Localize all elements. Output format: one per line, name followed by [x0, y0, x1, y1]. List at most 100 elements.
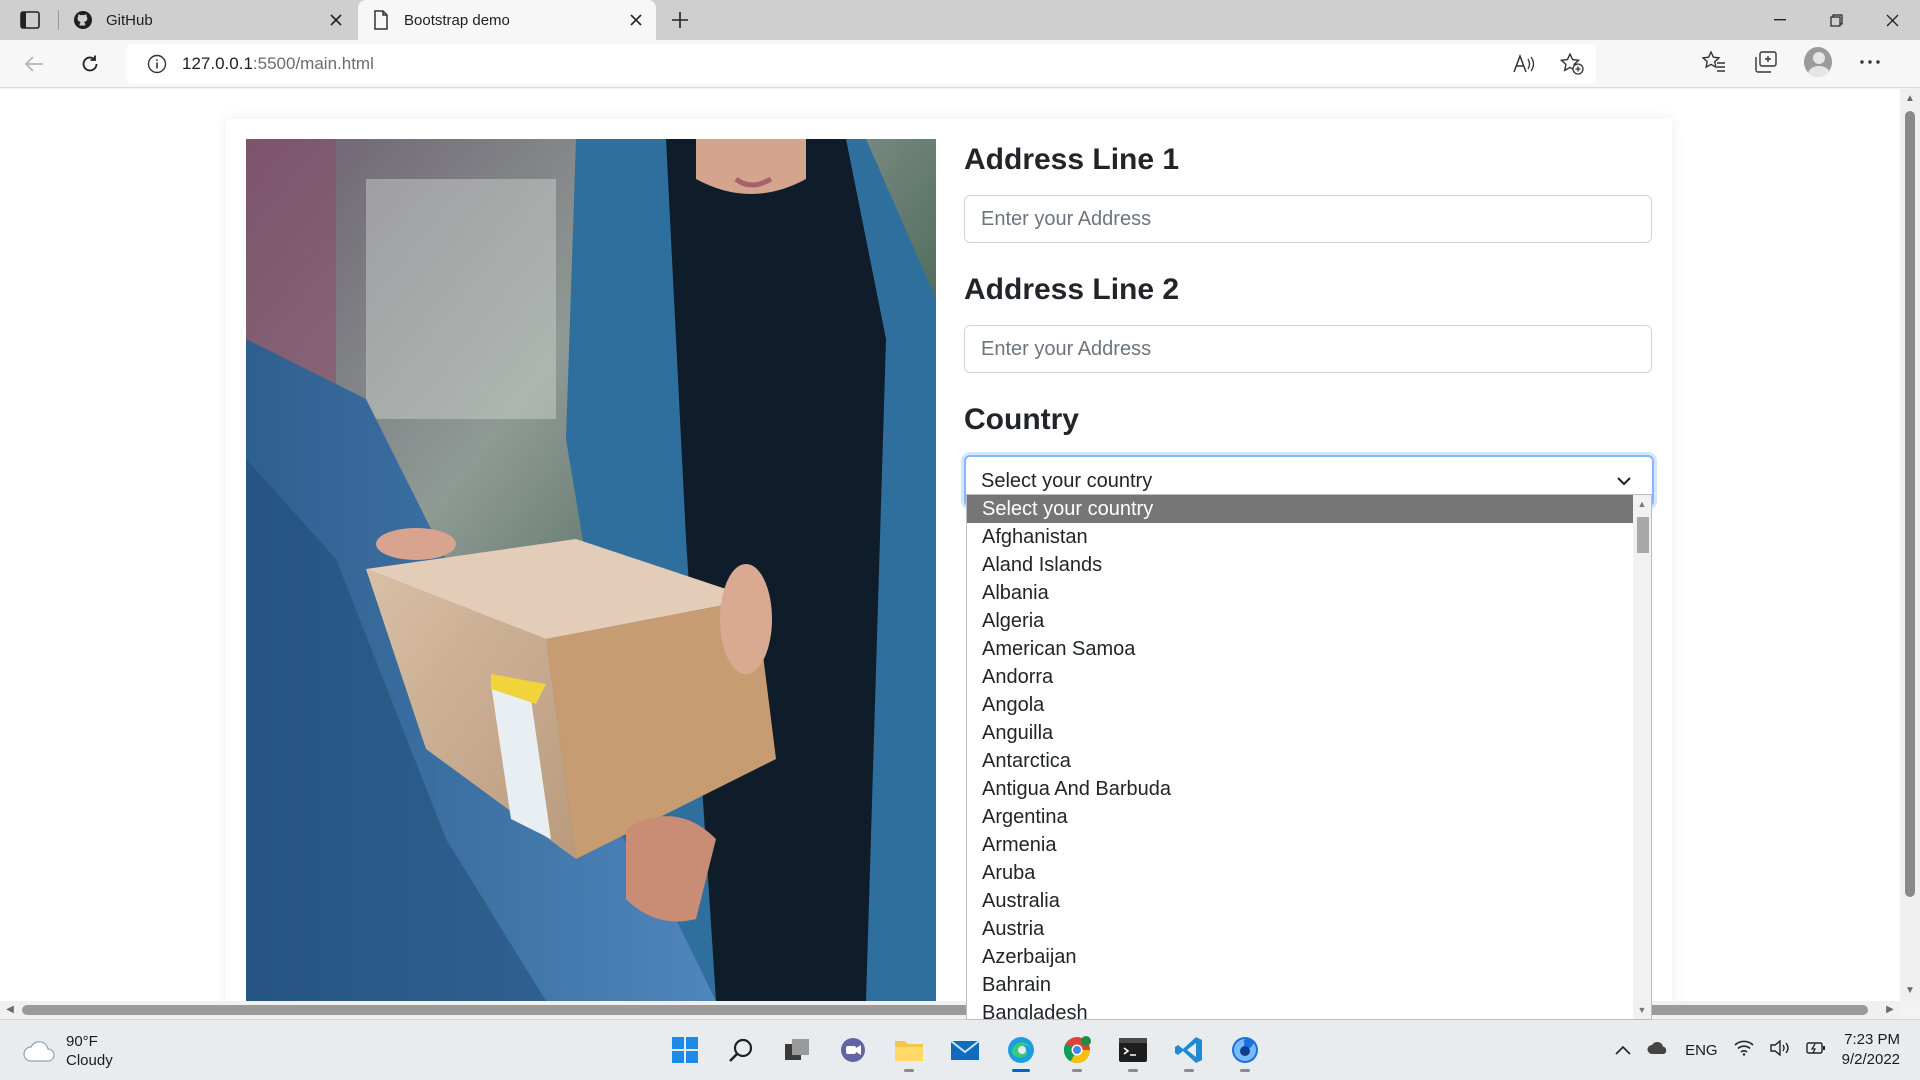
- url-text: 127.0.0.1:5500/main.html: [182, 54, 374, 74]
- address-line-1-label: Address Line 1: [964, 143, 1180, 176]
- chat-icon[interactable]: [836, 1030, 870, 1070]
- country-option[interactable]: Azerbaijan: [967, 943, 1651, 971]
- close-window-icon[interactable]: [1864, 0, 1920, 40]
- profile-avatar[interactable]: [1804, 47, 1832, 77]
- country-option[interactable]: Bahrain: [967, 971, 1651, 999]
- tab-github[interactable]: GitHub: [60, 0, 356, 40]
- vscode-icon[interactable]: [1172, 1030, 1206, 1072]
- scroll-down-icon[interactable]: ▼: [1904, 985, 1916, 997]
- terminal-icon[interactable]: [1116, 1030, 1150, 1072]
- country-option[interactable]: Austria: [967, 915, 1651, 943]
- running-indicator: [904, 1069, 914, 1072]
- edge-browser-icon[interactable]: [1004, 1030, 1038, 1072]
- restore-icon[interactable]: [1808, 0, 1864, 40]
- address-form: Address Line 1 Enter your Address Addres…: [964, 137, 1654, 507]
- country-option[interactable]: Algeria: [967, 607, 1651, 635]
- country-option[interactable]: American Samoa: [967, 635, 1651, 663]
- address-bar[interactable]: 127.0.0.1:5500/main.html: [126, 44, 1596, 84]
- country-options: Select your country Afghanistan Aland Isla…: [967, 495, 1651, 1020]
- url-path: :5500/main.html: [252, 54, 374, 73]
- tab-title: GitHub: [106, 11, 153, 29]
- country-option[interactable]: Aruba: [967, 859, 1651, 887]
- refresh-icon[interactable]: [74, 48, 106, 80]
- running-indicator: [1240, 1069, 1250, 1072]
- clock-date: 9/2/2022: [1841, 1051, 1900, 1068]
- country-option[interactable]: Antigua And Barbuda: [967, 775, 1651, 803]
- url-host: 127.0.0.1: [182, 54, 253, 73]
- system-tray: ENG 7:23 PM 9/2/2022: [1615, 1030, 1900, 1070]
- address-line-2-label: Address Line 2: [964, 273, 1180, 306]
- wifi-icon[interactable]: [1734, 1040, 1754, 1060]
- country-option[interactable]: Bangladesh: [967, 999, 1651, 1020]
- new-tab-icon[interactable]: [666, 6, 694, 34]
- tab-separator: [58, 10, 59, 30]
- chrome-icon[interactable]: [1060, 1030, 1094, 1072]
- windows-taskbar: 90°F Cloudy ENG 7:23 PM 9/2/2022: [0, 1019, 1920, 1080]
- tab-actions-icon[interactable]: [16, 8, 44, 32]
- firefox-icon[interactable]: [1228, 1030, 1262, 1072]
- running-indicator: [1072, 1069, 1082, 1072]
- vertical-scroll-thumb[interactable]: [1905, 111, 1915, 897]
- address-line-2-input[interactable]: Enter your Address: [964, 325, 1652, 373]
- tab-bar: GitHub Bootstrap demo: [0, 0, 1920, 40]
- minimize-icon[interactable]: [1752, 0, 1808, 40]
- country-select-value: Select your country: [981, 469, 1153, 492]
- scroll-up-icon[interactable]: ▲: [1636, 498, 1648, 510]
- collections-icon[interactable]: [1752, 48, 1780, 76]
- battery-icon[interactable]: [1805, 1040, 1826, 1060]
- country-label: Country: [964, 403, 1079, 436]
- country-option[interactable]: Aland Islands: [967, 551, 1651, 579]
- onedrive-cloud-icon[interactable]: [1647, 1041, 1669, 1059]
- browser-toolbar: 127.0.0.1:5500/main.html: [0, 40, 1920, 88]
- page-icon: [370, 9, 392, 31]
- cloud-icon: [23, 1041, 55, 1062]
- mail-icon[interactable]: [948, 1030, 982, 1070]
- scroll-right-icon[interactable]: ▶: [1884, 1004, 1896, 1016]
- language-indicator[interactable]: ENG: [1685, 1042, 1718, 1059]
- tab-title: Bootstrap demo: [404, 11, 510, 29]
- delivery-photo: [246, 139, 936, 1001]
- more-menu-icon[interactable]: [1856, 48, 1884, 76]
- address-line-1-input[interactable]: Enter your Address: [964, 195, 1652, 243]
- country-dropdown-list[interactable]: Select your country Afghanistan Aland Isla…: [966, 494, 1652, 1020]
- back-arrow-icon[interactable]: [18, 48, 50, 80]
- country-option[interactable]: Andorra: [967, 663, 1651, 691]
- search-icon[interactable]: [724, 1030, 758, 1070]
- add-favorite-icon[interactable]: [1558, 50, 1586, 78]
- chevron-down-icon: [1614, 471, 1634, 491]
- country-option[interactable]: Armenia: [967, 831, 1651, 859]
- volume-icon[interactable]: [1769, 1039, 1790, 1060]
- chevron-up-icon[interactable]: [1615, 1042, 1631, 1059]
- scroll-left-icon[interactable]: ◀: [4, 1004, 16, 1016]
- country-option[interactable]: Australia: [967, 887, 1651, 915]
- country-option[interactable]: Angola: [967, 691, 1651, 719]
- dropdown-scrollbar[interactable]: ▲ ▼: [1633, 495, 1651, 1019]
- close-icon[interactable]: [324, 8, 348, 32]
- tab-bootstrap-demo[interactable]: Bootstrap demo: [358, 0, 656, 40]
- country-option[interactable]: Afghanistan: [967, 523, 1651, 551]
- avatar: [1804, 47, 1832, 77]
- github-icon: [72, 9, 94, 31]
- close-icon[interactable]: [624, 8, 648, 32]
- info-icon[interactable]: [146, 53, 168, 75]
- country-option[interactable]: Argentina: [967, 803, 1651, 831]
- clock[interactable]: 7:23 PM 9/2/2022: [1842, 1030, 1900, 1070]
- country-option[interactable]: Select your country: [967, 495, 1651, 523]
- country-option[interactable]: Albania: [967, 579, 1651, 607]
- taskbar-apps: [668, 1030, 1262, 1072]
- scroll-up-icon[interactable]: ▲: [1904, 93, 1916, 105]
- file-explorer-icon[interactable]: [892, 1030, 926, 1072]
- running-indicator: [1128, 1069, 1138, 1072]
- weather-temp: 90°F: [66, 1033, 98, 1050]
- country-option[interactable]: Anguilla: [967, 719, 1651, 747]
- favorites-icon[interactable]: [1700, 48, 1728, 76]
- page-vertical-scrollbar[interactable]: ▲ ▼: [1900, 89, 1920, 1001]
- dropdown-scroll-thumb[interactable]: [1637, 517, 1649, 553]
- task-view-icon[interactable]: [780, 1030, 814, 1070]
- scroll-down-icon[interactable]: ▼: [1636, 1004, 1648, 1016]
- read-aloud-icon[interactable]: [1510, 50, 1538, 78]
- country-option[interactable]: Antarctica: [967, 747, 1651, 775]
- weather-widget[interactable]: 90°F Cloudy: [22, 1032, 113, 1070]
- windows-start-icon[interactable]: [668, 1030, 702, 1070]
- active-indicator: [1012, 1069, 1030, 1072]
